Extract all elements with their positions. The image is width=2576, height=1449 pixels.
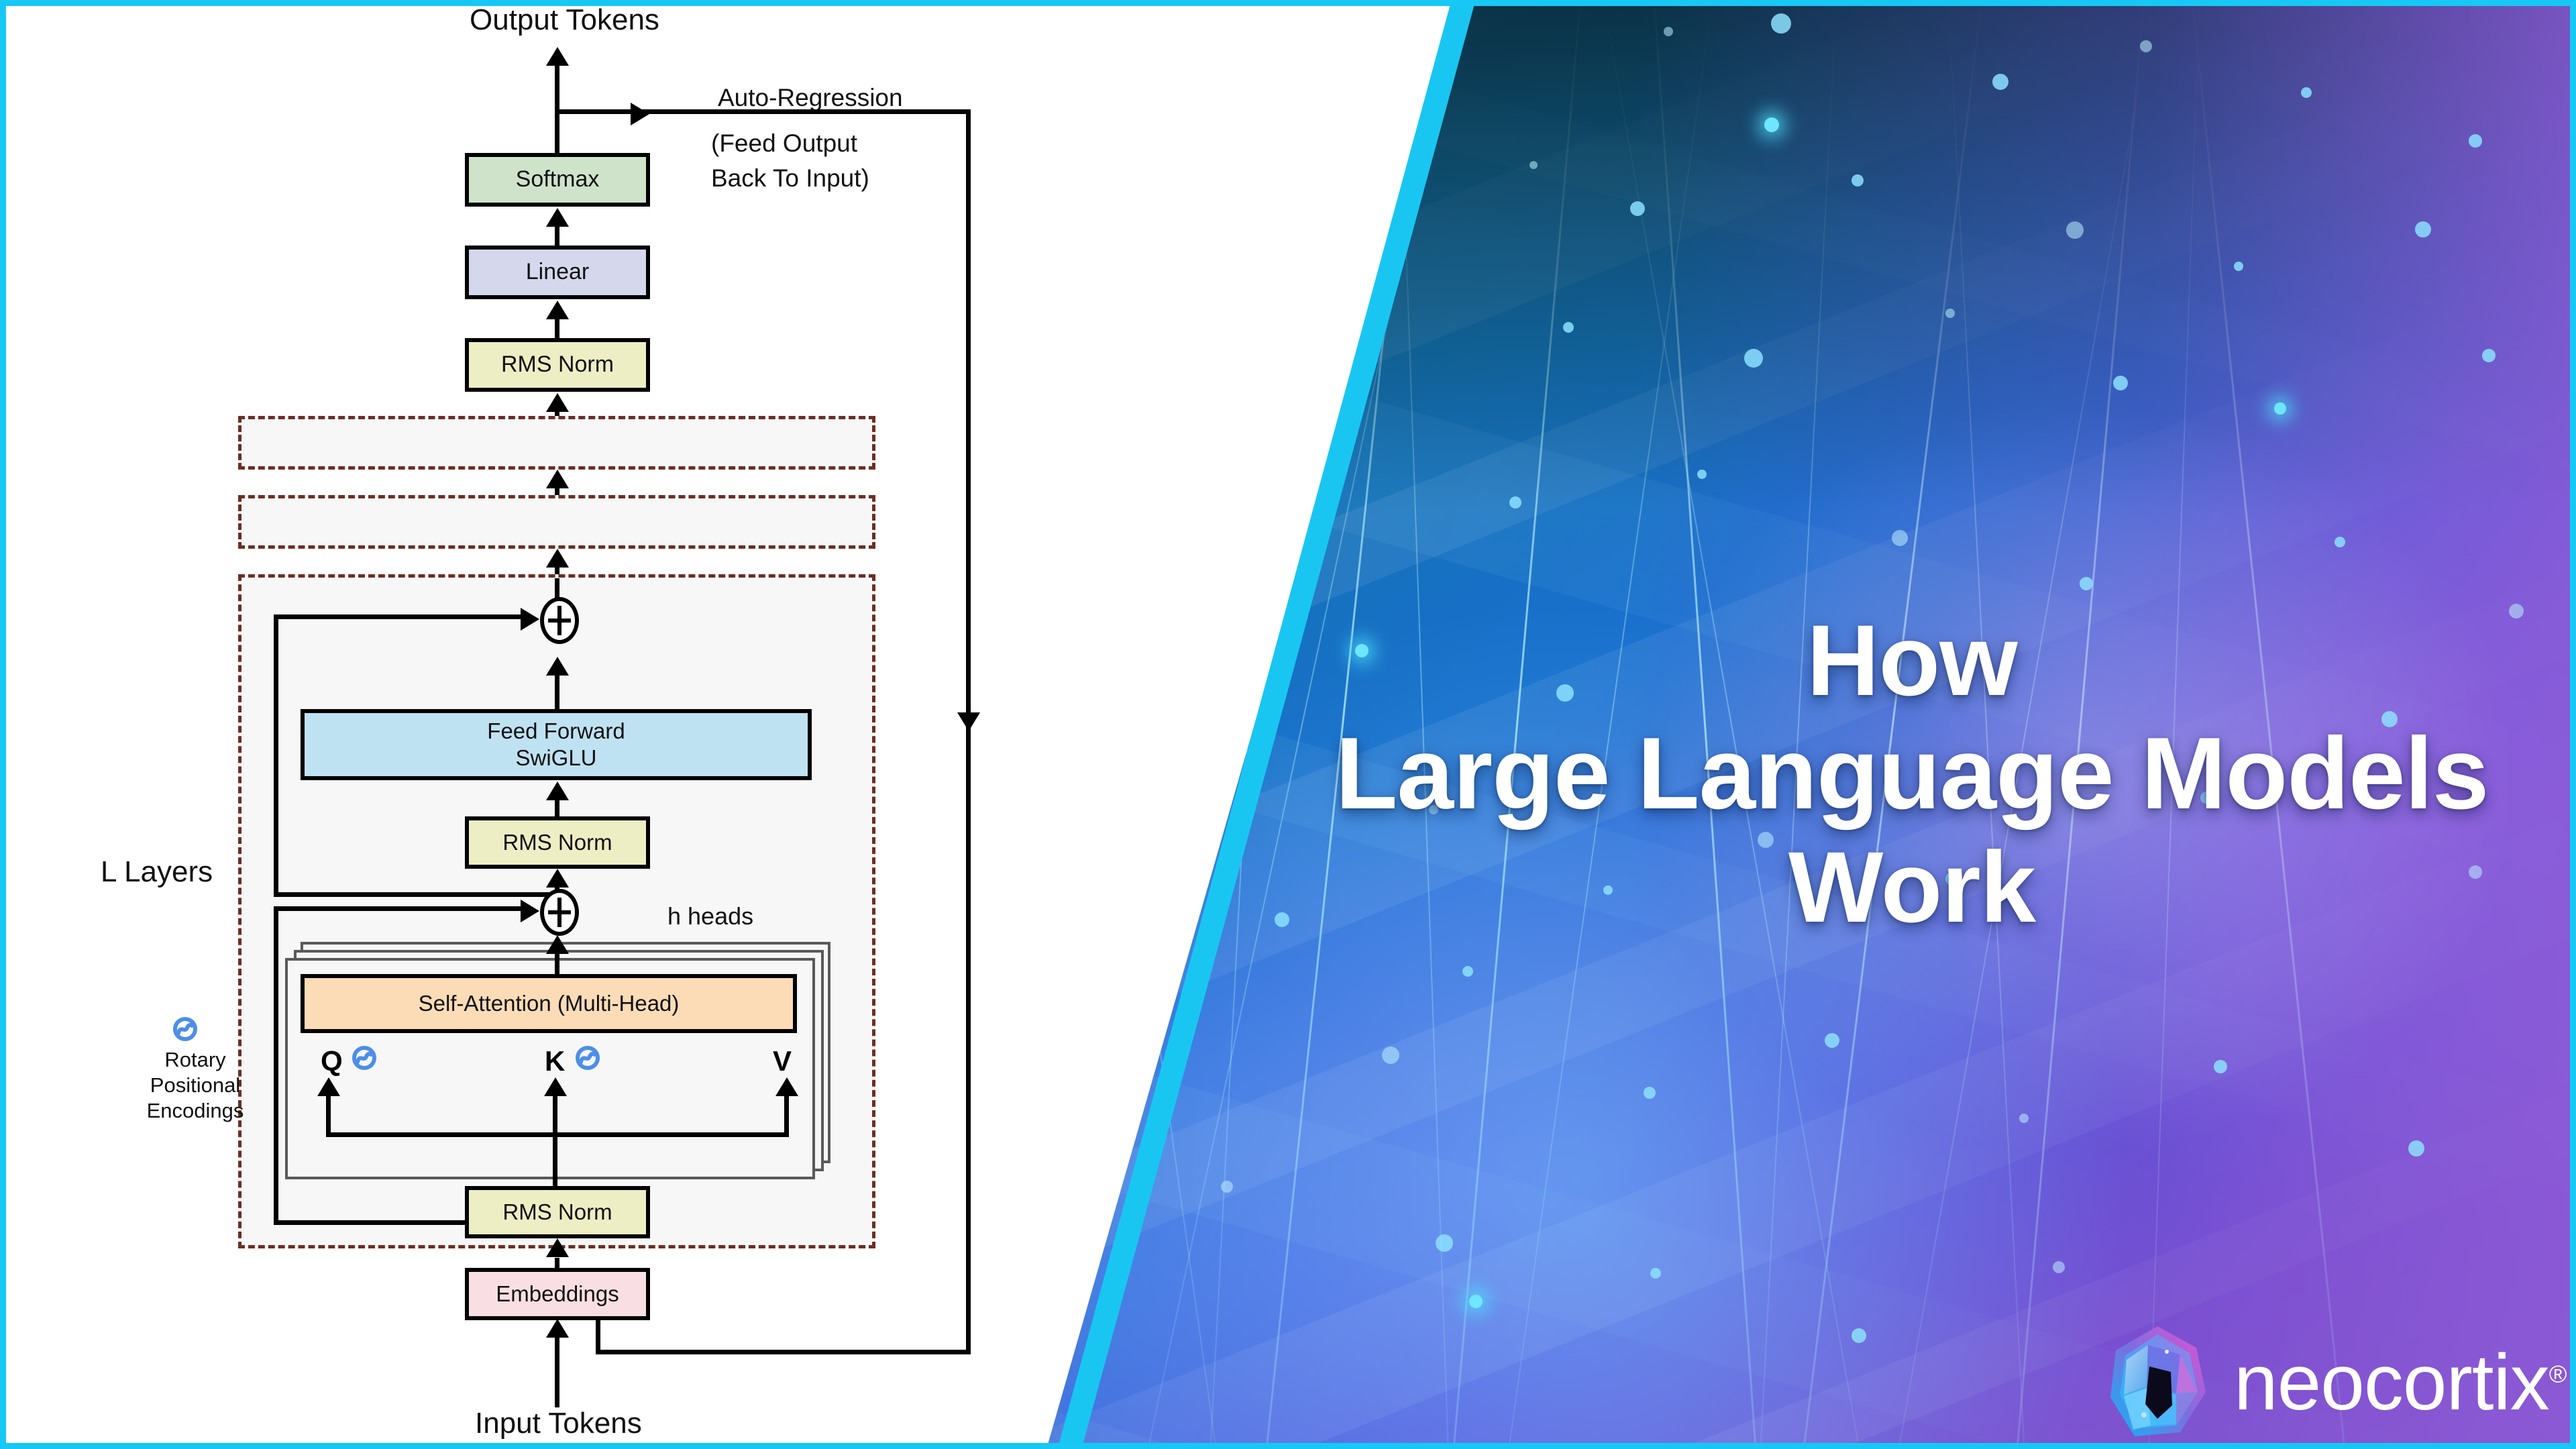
layer-stack-ghost-1 <box>238 416 875 470</box>
ghost2-arrowhead <box>546 549 569 568</box>
value-label: V <box>773 1045 792 1077</box>
layers-to-rmsnorm-arrowhead <box>546 393 569 412</box>
qkv-fanin-hline <box>326 1132 789 1137</box>
hero-title-line-1: How <box>1807 604 2018 716</box>
rotary-icon-q <box>352 1046 376 1070</box>
qkv-v-shaft <box>784 1095 789 1135</box>
qkv-v-arrowhead <box>775 1077 798 1096</box>
l-layers-annotation: L Layers <box>101 855 213 888</box>
embeddings-block[interactable]: Embeddings <box>465 1268 650 1320</box>
qkv-k-arrowhead <box>544 1077 567 1096</box>
input-tokens-label: Input Tokens <box>475 1407 642 1440</box>
self-attention-block[interactable]: Self-Attention (Multi-Head) <box>301 974 797 1033</box>
neocortix-wordmark: neocortix® <box>2234 1343 2567 1422</box>
rotary-label-line-2: Positional <box>150 1073 241 1097</box>
qkv-k-shaft <box>553 1095 557 1135</box>
autoregression-note-line-1: (Feed Output <box>711 129 858 157</box>
rms-norm-ffn-block[interactable]: RMS Norm <box>465 816 650 869</box>
attn-add-to-rmsnorm-arrowhead <box>546 869 569 888</box>
ghost1-arrowhead <box>546 470 569 488</box>
feed-forward-label-line-1: Feed Forward <box>487 718 625 743</box>
qkv-q-arrowhead <box>317 1077 340 1096</box>
attn-residual-vline <box>274 906 278 1225</box>
residual-add-attention <box>540 889 579 936</box>
rotary-icon-k <box>576 1046 600 1070</box>
rms-norm-attention-label: RMS Norm <box>502 1199 612 1224</box>
h-heads-annotation: h heads <box>667 902 754 930</box>
ffn-to-add-arrowhead <box>546 657 569 676</box>
ffn-residual-hline <box>274 614 530 619</box>
qkv-source-shaft <box>553 1132 557 1186</box>
autoregression-branch-arrowhead <box>631 103 649 125</box>
input-tokens-arrowhead <box>546 1319 569 1338</box>
key-label: K <box>545 1045 566 1077</box>
rmsnorm-to-linear-arrowhead <box>546 301 569 319</box>
residual-add-ffn <box>540 597 579 644</box>
embeddings-to-rmsnorm-arrowhead <box>546 1238 569 1257</box>
rms-norm-final-label: RMS Norm <box>500 352 614 378</box>
rms-norm-final-block[interactable]: RMS Norm <box>465 338 650 392</box>
output-arrow-head <box>546 47 569 66</box>
autoregression-down-arrowhead <box>957 712 980 731</box>
autoregression-note-line-2: Back To Input) <box>711 164 869 192</box>
autoregression-bottom-line <box>596 1350 971 1354</box>
autoregression-right-vline <box>966 109 971 1354</box>
output-tokens-label: Output Tokens <box>470 3 659 36</box>
hero-title-line-2: Large Language Models <box>1335 716 2489 830</box>
feed-forward-block[interactable]: Feed Forward SwiGLU <box>301 709 812 780</box>
linear-block[interactable]: Linear <box>465 246 650 299</box>
logo-word-text: neocortix <box>2234 1338 2550 1427</box>
autoregression-title: Auto-Regression <box>718 84 903 111</box>
ffn-residual-vline <box>274 614 278 896</box>
ffn-residual-arrowhead <box>521 608 539 631</box>
hero-title: How Large Language Models Work <box>1275 604 2549 943</box>
embeddings-label: Embeddings <box>496 1281 619 1306</box>
qkv-q-shaft <box>326 1095 331 1135</box>
neocortix-gem-logo-icon <box>2110 1326 2206 1436</box>
linear-to-softmax-arrowhead <box>546 208 569 227</box>
softmax-label: Softmax <box>515 166 600 193</box>
ffn-out-shaft <box>555 578 559 600</box>
layer-stack-ghost-2 <box>238 495 875 549</box>
poster-canvas: How Large Language Models Work neocortix… <box>0 0 2576 1449</box>
rms-norm-ffn-label: RMS Norm <box>502 829 612 855</box>
neocortix-logo: neocortix® <box>2106 1325 2567 1440</box>
softmax-block[interactable]: Softmax <box>465 153 650 207</box>
rms-norm-attention-block[interactable]: RMS Norm <box>465 1186 650 1238</box>
feed-forward-label-line-2: SwiGLU <box>515 745 597 770</box>
linear-label: Linear <box>525 259 590 285</box>
attn-residual-hline <box>274 906 530 911</box>
attn-residual-arrowhead <box>521 900 539 922</box>
query-label: Q <box>321 1045 343 1077</box>
self-attention-label: Self-Attention (Multi-Head) <box>418 990 680 1016</box>
input-tokens-shaft <box>555 1336 559 1407</box>
attention-out-arrowhead <box>546 935 569 954</box>
logo-trademark: ® <box>2548 1360 2567 1388</box>
rotary-icon-legend <box>173 1017 197 1041</box>
rotary-label-line-3: Encodings <box>146 1099 244 1122</box>
hero-title-line-3: Work <box>1788 830 2036 944</box>
rmsnorm-to-ffn-arrowhead <box>546 782 569 800</box>
transformer-diagram: Output Tokens Auto-Regression (Feed Outp… <box>0 0 1046 1449</box>
ffn-residual-tap <box>274 892 559 897</box>
rotary-label-line-1: Rotary <box>164 1048 226 1071</box>
